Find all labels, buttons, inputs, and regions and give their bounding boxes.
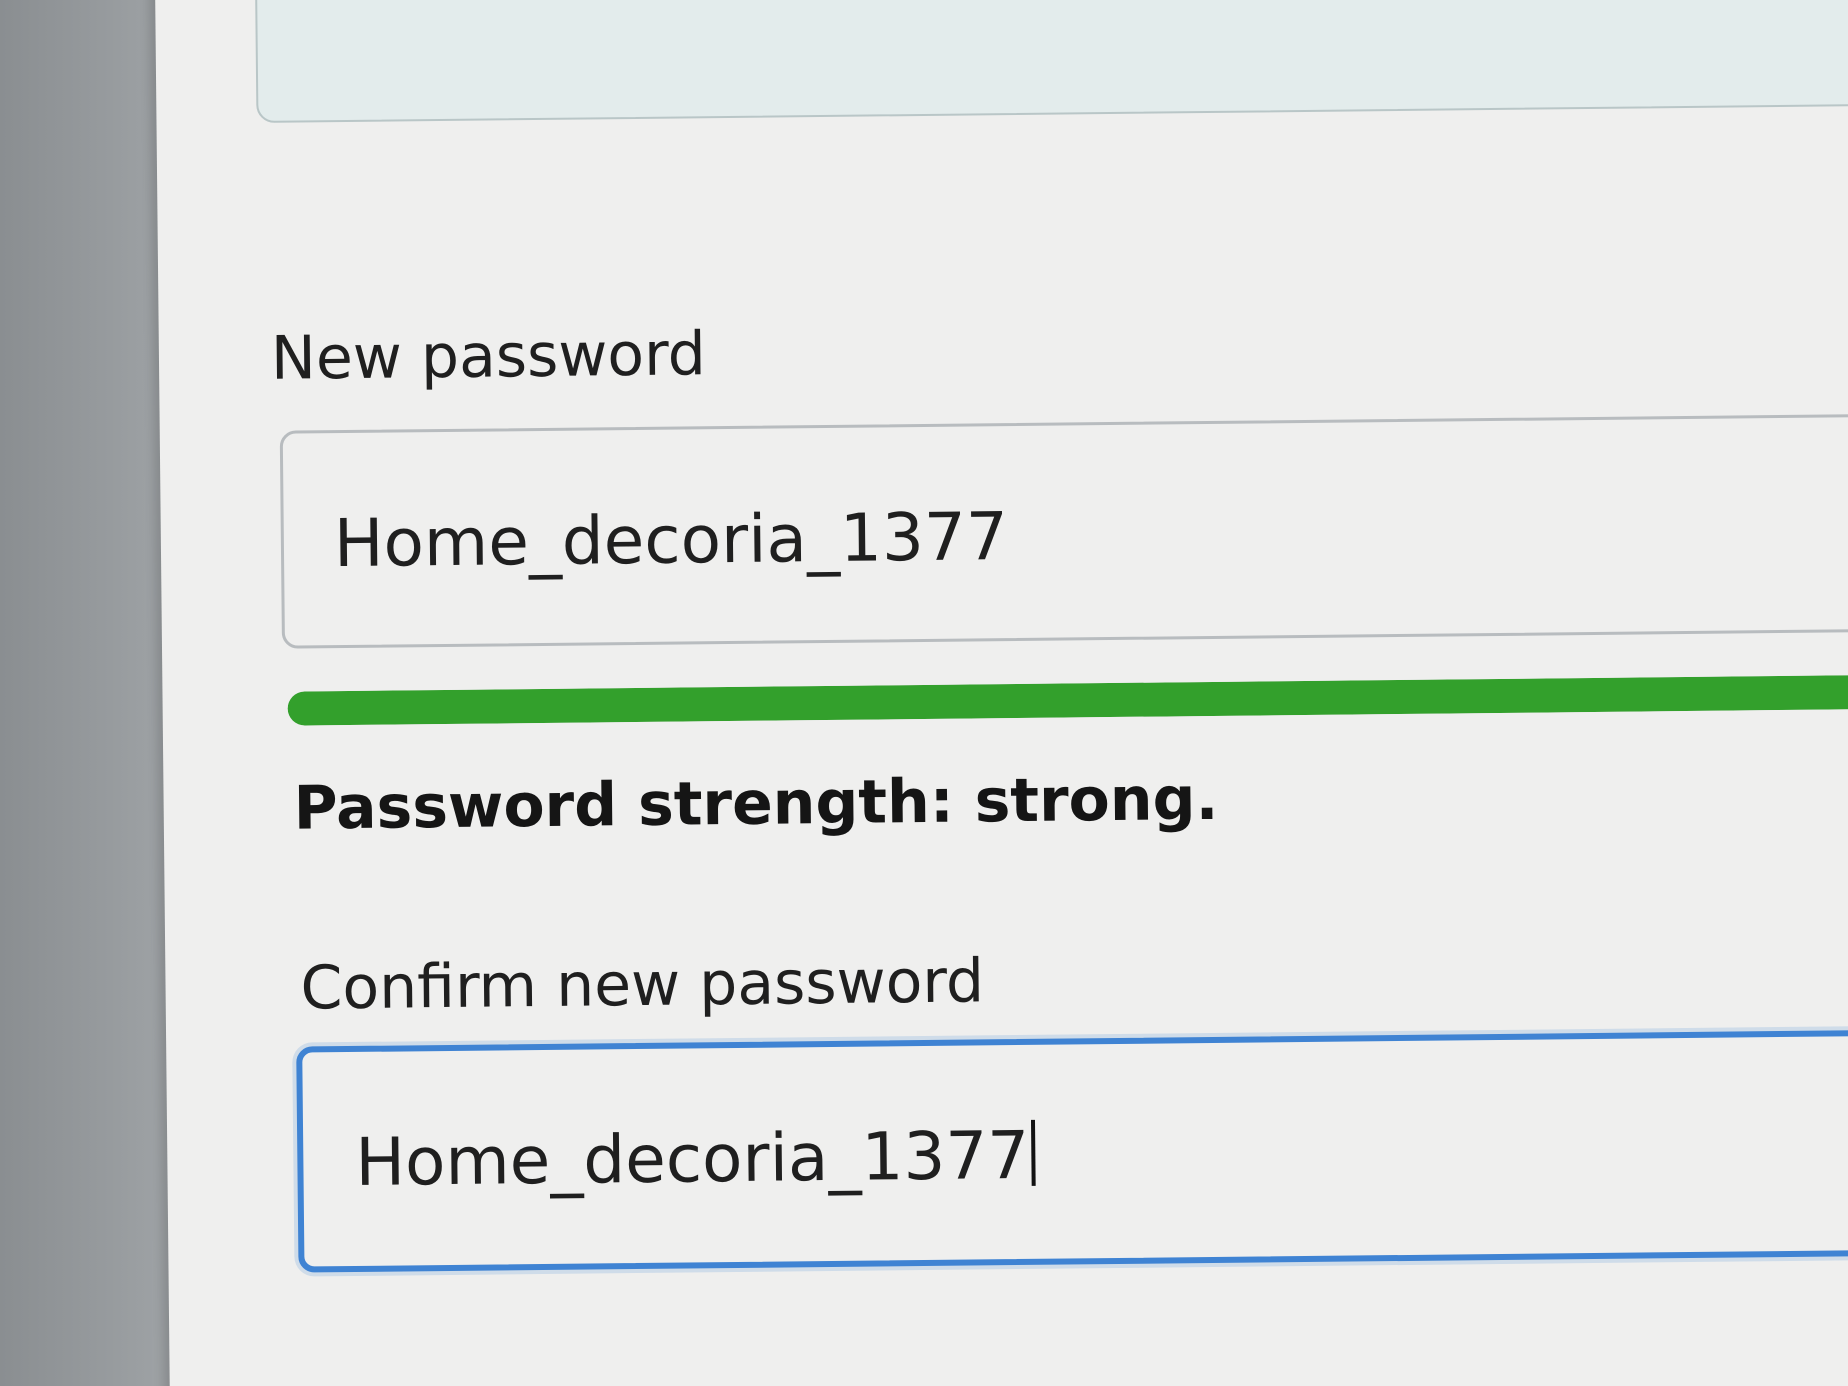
- confirm-password-field[interactable]: Home_decoria_1377: [296, 1029, 1848, 1273]
- confirm-password-value: Home_decoria_1377: [354, 1116, 1030, 1201]
- confirm-password-value-wrap: Home_decoria_1377: [355, 1117, 1036, 1201]
- info-notice-box: account: [254, 0, 1848, 123]
- text-caret: [1030, 1119, 1036, 1186]
- new-password-label: New password: [270, 319, 707, 394]
- password-form: account New password Home_decoria_1377 P…: [155, 0, 1848, 1386]
- new-password-field[interactable]: Home_decoria_1377: [279, 413, 1848, 649]
- new-password-value: Home_decoria_1377: [333, 498, 1009, 583]
- password-strength-text: Password strength: strong.: [293, 763, 1219, 844]
- password-strength-meter: [287, 674, 1848, 726]
- password-strength-fill: [287, 674, 1848, 726]
- confirm-password-label: Confirm new password: [300, 946, 985, 1024]
